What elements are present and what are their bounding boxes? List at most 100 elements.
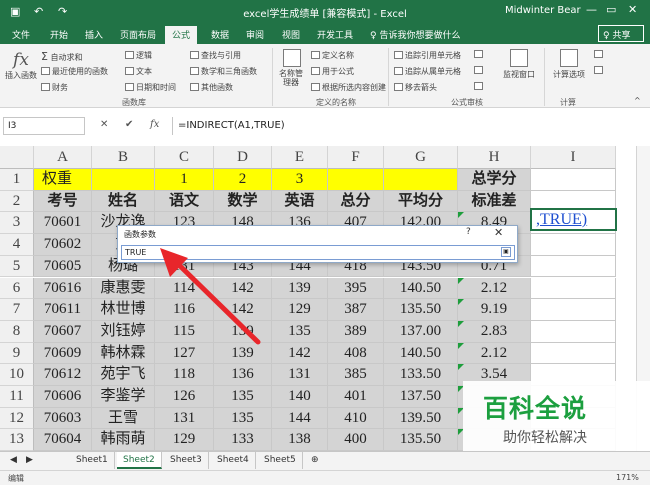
cell-f13[interactable]: 400 <box>328 429 384 452</box>
cell-i1[interactable] <box>531 169 616 191</box>
column-header-h[interactable]: H <box>458 146 531 169</box>
tab-view[interactable]: 视图 <box>282 28 300 41</box>
tab-sheet1[interactable]: Sheet1 <box>70 452 115 469</box>
tab-data[interactable]: 数据 <box>211 28 229 41</box>
cell-h2[interactable]: 标准差 <box>458 190 531 213</box>
cell-c8[interactable]: 115 <box>155 320 214 343</box>
lookup-button[interactable]: 查找与引用 <box>190 50 241 61</box>
cell-c9[interactable]: 127 <box>155 342 214 365</box>
enter-icon[interactable]: ✔ <box>125 119 133 130</box>
minimize-icon[interactable]: — <box>586 3 597 16</box>
cell-d6[interactable]: 142 <box>214 277 272 300</box>
row-header-6[interactable]: 6 <box>0 277 34 300</box>
cell-a9[interactable]: 70609 <box>34 342 92 365</box>
cell-c10[interactable]: 118 <box>155 364 214 386</box>
tab-sheet5[interactable]: Sheet5 <box>258 452 303 469</box>
cell-b12[interactable]: 王雪 <box>92 407 155 430</box>
evaluate-formula-icon[interactable] <box>474 82 485 91</box>
cell-b7[interactable]: 林世博 <box>92 299 155 321</box>
other-functions-button[interactable]: 其他函数 <box>190 82 233 93</box>
user-name[interactable]: Midwinter Bear <box>505 5 581 16</box>
cell-b13[interactable]: 韩雨萌 <box>92 429 155 452</box>
autosum-button[interactable]: Σ 自动求和 <box>41 50 83 63</box>
next-sheet-icon[interactable]: ▶ <box>20 452 39 469</box>
tab-page-layout[interactable]: 页面布局 <box>120 28 156 41</box>
cell-g6[interactable]: 140.50 <box>384 277 458 300</box>
cell-i8[interactable] <box>531 320 616 343</box>
cell-h1[interactable]: 总学分 <box>458 169 531 191</box>
tell-me-search[interactable]: ♀ 告诉我你想要做什么 <box>370 28 460 41</box>
define-name-button[interactable]: 定义名称 <box>311 50 354 61</box>
cell-a8[interactable]: 70607 <box>34 320 92 343</box>
row-header-12[interactable]: 12 <box>0 407 34 430</box>
tab-sheet2[interactable]: Sheet2 <box>117 452 162 469</box>
cell-e1[interactable]: 3 <box>272 169 328 191</box>
cell-f8[interactable]: 389 <box>328 320 384 343</box>
formula-input[interactable]: =INDIRECT(A1,TRUE) <box>172 117 647 135</box>
cell-g13[interactable]: 135.50 <box>384 429 458 452</box>
cell-g7[interactable]: 135.50 <box>384 299 458 321</box>
use-in-formula-button[interactable]: 用于公式 <box>311 66 354 77</box>
cell-a11[interactable]: 70606 <box>34 386 92 408</box>
row-header-4[interactable]: 4 <box>0 234 34 256</box>
cell-i9[interactable] <box>531 342 616 365</box>
name-box[interactable]: I3 <box>3 117 85 135</box>
cell-d7[interactable]: 142 <box>214 299 272 321</box>
insert-function-button[interactable]: fx 插入函数 <box>4 50 38 81</box>
cell-d13[interactable]: 133 <box>214 429 272 452</box>
cell-f1[interactable] <box>328 169 384 191</box>
cell-e9[interactable]: 142 <box>272 342 328 365</box>
row-header-9[interactable]: 9 <box>0 342 34 365</box>
cell-d11[interactable]: 135 <box>214 386 272 408</box>
cell-c7[interactable]: 116 <box>155 299 214 321</box>
row-header-7[interactable]: 7 <box>0 299 34 321</box>
create-from-selection-button[interactable]: 根据所选内容创建 <box>311 82 386 93</box>
close-icon[interactable]: ✕ <box>494 226 503 239</box>
cell-d9[interactable]: 139 <box>214 342 272 365</box>
calc-sheet-icon[interactable] <box>594 66 605 75</box>
cell-e10[interactable]: 131 <box>272 364 328 386</box>
column-header-b[interactable]: B <box>92 146 155 169</box>
calc-options-button[interactable]: 计算选项 <box>552 49 586 80</box>
select-all-corner[interactable] <box>0 146 34 169</box>
column-header-i[interactable]: I <box>531 146 616 169</box>
tab-sheet3[interactable]: Sheet3 <box>164 452 209 469</box>
cell-b10[interactable]: 苑宇飞 <box>92 364 155 386</box>
remove-arrows-button[interactable]: 移去箭头 <box>394 82 437 93</box>
tab-file[interactable]: 文件 <box>12 28 30 41</box>
row-header-10[interactable]: 10 <box>0 364 34 386</box>
cell-h6[interactable]: 2.12 <box>458 277 531 300</box>
cell-b8[interactable]: 刘钰婷 <box>92 320 155 343</box>
cell-b6[interactable]: 康惠雯 <box>92 277 155 300</box>
cell-g8[interactable]: 137.00 <box>384 320 458 343</box>
tab-home[interactable]: 开始 <box>50 28 68 41</box>
cell-i7[interactable] <box>531 299 616 321</box>
calc-now-icon[interactable] <box>594 50 605 59</box>
cell-g10[interactable]: 133.50 <box>384 364 458 386</box>
text-button[interactable]: 文本 <box>125 66 152 77</box>
row-header-11[interactable]: 11 <box>0 386 34 408</box>
cell-g1[interactable] <box>384 169 458 191</box>
cell-a10[interactable]: 70612 <box>34 364 92 386</box>
cell-d1[interactable]: 2 <box>214 169 272 191</box>
cell-a5[interactable]: 70605 <box>34 255 92 278</box>
cell-a6[interactable]: 70616 <box>34 277 92 300</box>
zoom-level[interactable]: 171% <box>616 473 639 482</box>
tab-review[interactable]: 审阅 <box>246 28 264 41</box>
cell-c1[interactable]: 1 <box>155 169 214 191</box>
show-formulas-icon[interactable] <box>474 50 485 59</box>
expand-dialog-icon[interactable]: ▣ <box>501 247 511 257</box>
cell-f11[interactable]: 401 <box>328 386 384 408</box>
tab-developer[interactable]: 开发工具 <box>317 28 353 41</box>
tab-formulas[interactable]: 公式 <box>165 26 198 44</box>
argument-input[interactable]: TRUE ▣ <box>121 245 515 260</box>
row-header-2[interactable]: 2 <box>0 190 34 213</box>
watch-window-button[interactable]: 监视窗口 <box>497 49 541 80</box>
trace-precedents-button[interactable]: 追踪引用单元格 <box>394 50 461 61</box>
cancel-icon[interactable]: ✕ <box>100 119 108 130</box>
cell-d2[interactable]: 数学 <box>214 190 272 213</box>
share-button[interactable]: ♀ 共享 <box>598 25 644 42</box>
cell-g2[interactable]: 平均分 <box>384 190 458 213</box>
logic-button[interactable]: 逻辑 <box>125 50 152 61</box>
cell-e6[interactable]: 139 <box>272 277 328 300</box>
